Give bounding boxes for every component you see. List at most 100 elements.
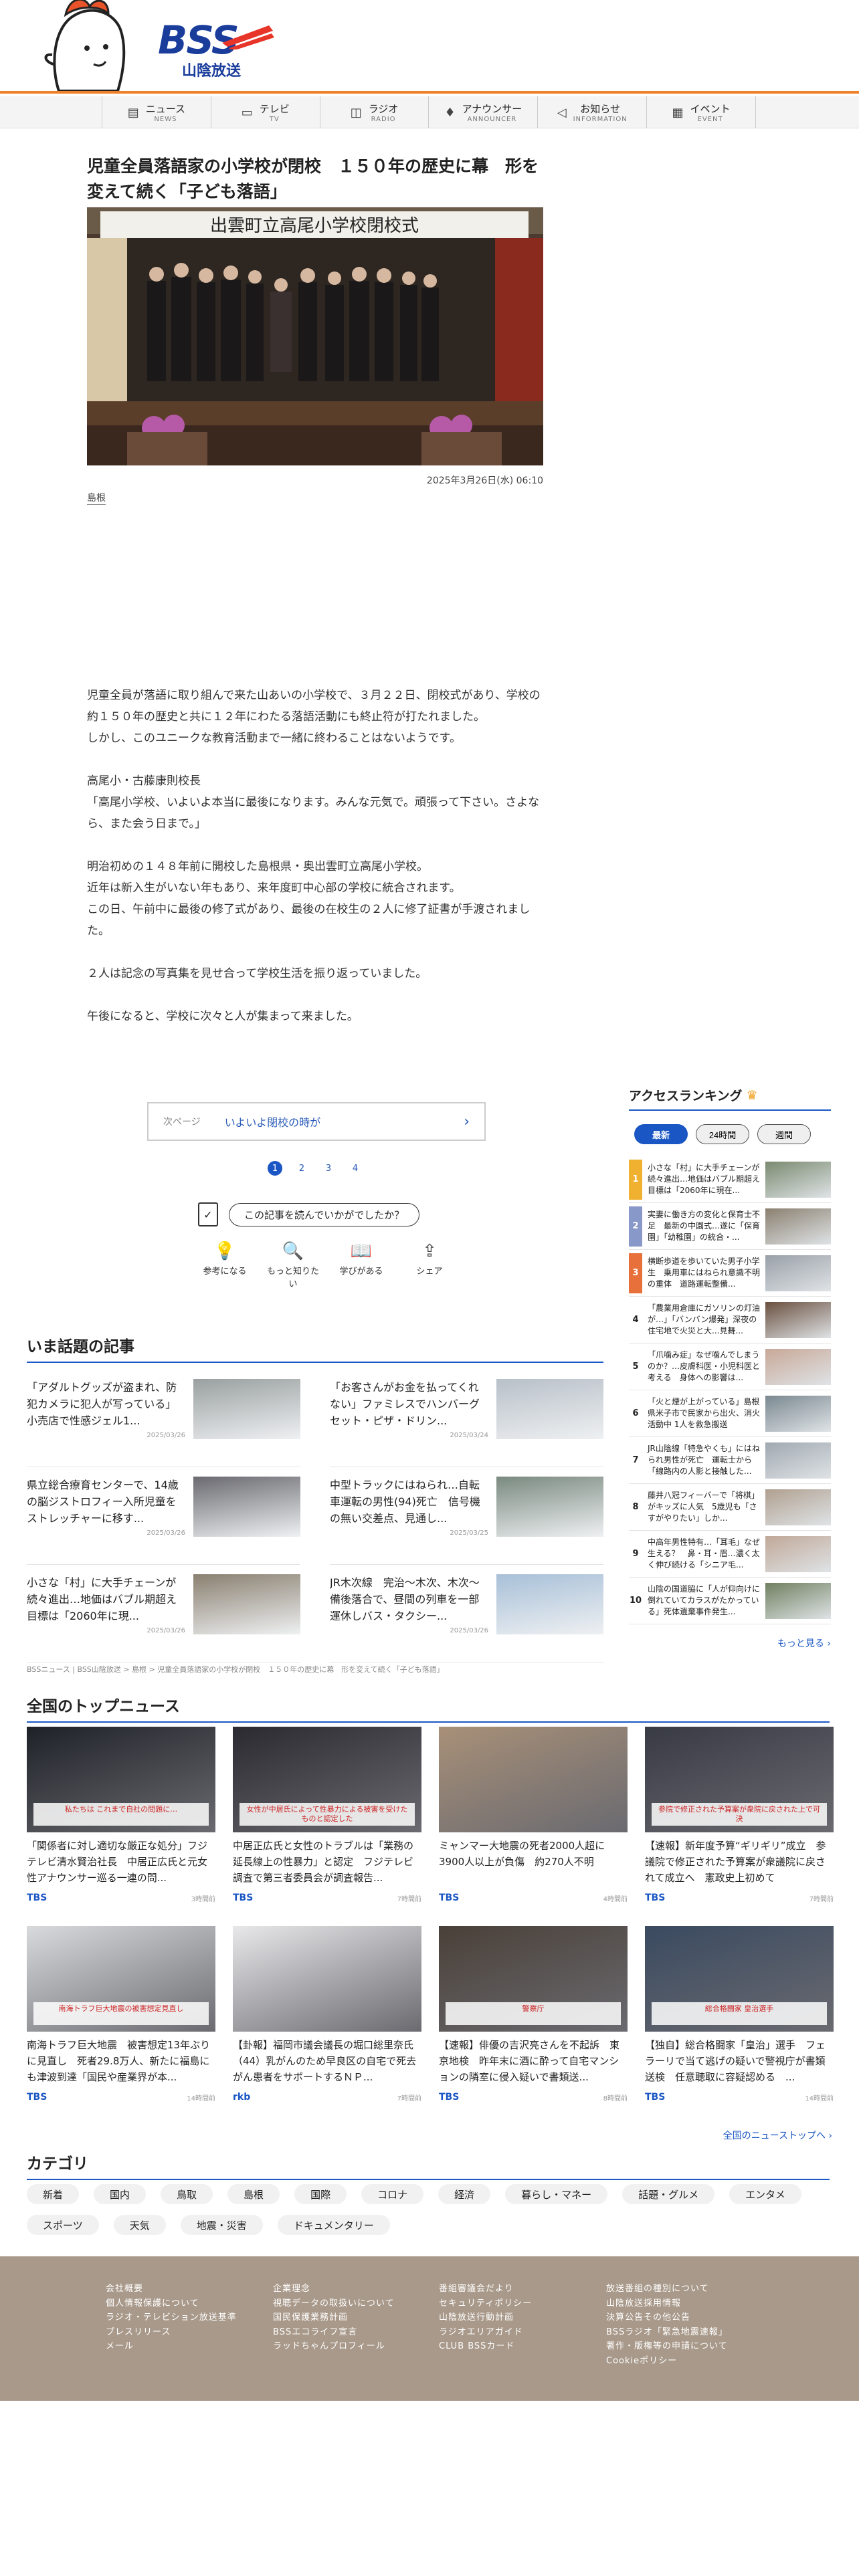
topic-item[interactable]: JR木次線 完治〜木次、木次〜備後落合で、昼間の列車を一部運休しバス・タクシー.… [330,1565,603,1662]
ranking-item[interactable]: 9 中高年男性特有…「耳毛」なぜ生える？ 鼻・耳・眉…濃く太く伸び続ける「シニア毛… [629,1531,831,1578]
ranking-item[interactable]: 7 JR山陰線「特急やくも」にはねられ男性が死亡 運転士から「線路内の人影と接触し… [629,1437,831,1484]
nav-item-news[interactable]: ▤ ニュース NEWS [102,96,211,128]
footer-link[interactable]: 視聴データの取扱いについて [273,2296,395,2311]
footer-link[interactable]: 著作・版権等の申請について [606,2339,728,2354]
page-1[interactable]: 1 [268,1161,282,1176]
footer-link[interactable]: 企業理念 [273,2282,395,2296]
mascot-logo[interactable] [39,0,139,91]
next-page-link[interactable]: 次ページ いよいよ閉校の時が › [147,1102,486,1141]
ranking-more-link[interactable]: もっと見る › [777,1638,831,1649]
reaction-button[interactable]: ⇪ シェア [403,1241,456,1289]
footer-link[interactable]: CLUB BSSカード [439,2339,532,2354]
nav-label-group: イベント EVENT [690,102,731,123]
footer-link[interactable]: 山陰放送採用情報 [606,2296,728,2311]
category-chip[interactable]: 地震・災害 [180,2215,263,2235]
ranking-item[interactable]: 4 「農業用倉庫にガソリンの灯油が…」「バンバン爆発」深夜の住宅地で火災と大...… [629,1297,831,1344]
topic-item[interactable]: 小さな「村」に大手チェーンが続々進出…地価はバブル期超え 目標は「2060年に現… [27,1565,300,1662]
nav-item-event[interactable]: ▦ イベント EVENT [646,96,756,128]
national-news-item[interactable]: 私たちは これまで自社の問題に… 「関係者に対し適切な厳正な処分」フジテレビ清水賢… [27,1727,215,1903]
national-news-item[interactable]: 【卦報】福岡市議会議長の堀口総里奈氏（44）乳がんのため早良区の自宅で死去 がん… [233,1926,421,2103]
page-3[interactable]: 3 [321,1161,336,1176]
topic-title: 中型トラックにはねられ…自転車運転の男性(94)死亡 信号機の無い交差点、見通し… [330,1479,480,1525]
ranking-item[interactable]: 10 山陰の国道脇に「人が仰向けに倒れていてカラスがたかっている」死体遺棄事件発生… [629,1578,831,1624]
topic-text: 「お客さんがお金を払ってくれない」ファミレスでハンバーグセット・ピザ・ドリン..… [330,1379,496,1467]
category-chip[interactable]: 暮らし・マネー [505,2184,608,2204]
topic-item[interactable]: 「アダルトグッズが盗まれ、防犯カメラに犯人が写っている」小売店で性感ジェル1..… [27,1370,300,1467]
national-news-item[interactable]: 総合格闘家 皇治選手 【独自】総合格闘家「皇治」選手 フェラーリで当て逃げの疑いで… [645,1926,834,2103]
footer-link[interactable]: 山陰放送行動計画 [439,2311,532,2325]
footer-link[interactable]: BSSエコライフ宣言 [273,2325,395,2340]
article-header: 児童全員落語家の小学校が閉校 １５０年の歴史に幕 形を変えて続く「子ども落語」 [87,154,543,205]
all-news-link[interactable]: 全国のニューストップへ › [723,2129,832,2142]
category-chip[interactable]: 鳥取 [161,2184,213,2204]
national-news-item[interactable]: 警察庁 【速報】俳優の吉沢亮さんを不起訴 東京地検 昨年末に酒に酔って自宅マンショ… [439,1926,628,2103]
bss-logo[interactable]: BSS 山陰放送 [155,17,276,80]
national-news-image [233,1926,421,2032]
nav-label-jp: ニュース [145,103,186,115]
ranking-item[interactable]: 8 藤井八冠フィーバーで「将棋」がキッズに人気 5歳児も「さすがやりたい」しか..… [629,1484,831,1531]
reaction-button[interactable]: 🔍 もっと知りたい [266,1241,320,1289]
footer-link[interactable]: 個人情報保護について [106,2296,237,2311]
ranking-tab[interactable]: 週間 [757,1124,811,1144]
reaction-button[interactable]: 📖 学びがある [335,1241,388,1289]
category-chip[interactable]: 島根 [227,2184,280,2204]
footer-link[interactable]: Cookieポリシー [606,2354,728,2369]
footer-link[interactable]: 放送番組の種別について [606,2282,728,2296]
footer-link[interactable]: 会社概要 [106,2282,237,2296]
topic-item[interactable]: 「お客さんがお金を払ってくれない」ファミレスでハンバーグセット・ピザ・ドリン..… [330,1370,603,1467]
ranking-item[interactable]: 5 「爪噛み症」なぜ噛んでしまうのか？…皮膚科医・小児科医と考える 身体への影響は… [629,1344,831,1390]
article-photo: 出雲町立高尾小学校閉校式 [87,207,543,465]
footer-link[interactable]: 国民保護業務計画 [273,2311,395,2325]
footer-link[interactable]: メール [106,2339,237,2354]
rank-number: 1 [629,1159,642,1200]
category-chip[interactable]: 経済 [438,2184,491,2204]
nav-label-group: お知らせ INFORMATION [573,102,628,123]
category-chip[interactable]: 天気 [113,2215,166,2235]
ranking-tab[interactable]: 最新 [634,1124,688,1144]
footer-link[interactable]: ラジオエリアガイド [439,2325,532,2340]
news-source: rkb [233,2092,251,2103]
national-news-item[interactable]: 南海トラフ巨大地震の被害想定見直し 南海トラフ巨大地震 被害想定13年ぶりに見直し… [27,1926,215,2103]
footer-link[interactable]: ラジオ・テレビション放送基準 [106,2311,237,2325]
page-4[interactable]: 4 [348,1161,363,1176]
crown-icon: ♛ [746,1087,758,1103]
ranking-item[interactable]: 3 横断歩道を歩いていた男子小学生 乗用車にはねられ意識不明の重体 道路運転整備.… [629,1250,831,1297]
category-chip[interactable]: 国際 [294,2184,347,2204]
image-caption: 女性が中居氏によって性暴力による被害を受けたものと認定した [240,1803,415,1826]
nav-item-announcer[interactable]: ♦ アナウンサー ANNOUNCER [428,96,537,128]
topic-item[interactable]: 中型トラックにはねられ…自転車運転の男性(94)死亡 信号機の無い交差点、見通し… [330,1467,603,1565]
ranking-item[interactable]: 1 小さな「村」に大手チェーンが続々進出…地価はバブル期超え 目標は「2060年に… [629,1156,831,1203]
topic-text: 小さな「村」に大手チェーンが続々進出…地価はバブル期超え 目標は「2060年に現… [27,1574,193,1662]
megaphone-icon: ◁ [557,105,567,120]
category-chip[interactable]: 国内 [94,2184,147,2204]
national-news-item[interactable]: ミャンマー大地震の死者2000人超に 3900人以上が負傷 約270人不明 TBS… [439,1727,628,1903]
ranking-item[interactable]: 6 「火と煙が上がっている」島根県米子市で民家から出火、消火活動中 1人を救急搬送 [629,1390,831,1437]
footer-link[interactable]: プレスリリース [106,2325,237,2340]
footer-link[interactable]: BSSラジオ「緊急地震速報」 [606,2325,728,2340]
nav-item-tv[interactable]: ▭ テレビ TV [210,96,320,128]
national-news-item[interactable]: 参院で修正された予算案が衆院に戻された上で可決 【速報】新年度予算“ギリギリ”成立… [645,1727,834,1903]
category-chip[interactable]: スポーツ [27,2215,99,2235]
category-chip[interactable]: エンタメ [729,2184,801,2204]
reaction-button[interactable]: 💡 参考になる [198,1241,252,1289]
page-2[interactable]: 2 [294,1161,309,1176]
ranking-tab[interactable]: 24時間 [696,1124,749,1144]
category-chip[interactable]: ドキュメンタリー [277,2215,390,2235]
lightbulb-icon: 💡 [213,1241,236,1261]
nav-item-information[interactable]: ◁ お知らせ INFORMATION [537,96,646,128]
rank-number: 10 [629,1596,642,1606]
national-news-item[interactable]: 女性が中居氏によって性暴力による被害を受けたものと認定した 中居正広氏と女性のトラ… [233,1727,421,1903]
category-chip[interactable]: 話題・グルメ [622,2184,715,2204]
category-chip[interactable]: コロナ [361,2184,424,2204]
footer-link[interactable]: セキュリティポリシー [439,2296,532,2311]
topic-item[interactable]: 県立総合療育センターで、14歳の脳ジストロフィー入所児童をストレッチャーに移す.… [27,1467,300,1565]
footer-link[interactable]: 番組審議会だより [439,2282,532,2296]
ranking-item[interactable]: 2 実妻に働き方の変化と保育士不足 最新の中園式…遂に「保育園」「幼稚園」の統合・… [629,1203,831,1250]
article-tag-shimane[interactable]: 島根 [87,491,106,505]
nav-item-radio[interactable]: ◫ ラジオ RADIO [319,96,429,128]
category-chip[interactable]: 新着 [27,2184,80,2204]
footer-link[interactable]: 決算公告その他公告 [606,2311,728,2325]
footer-link[interactable]: ラッドちゃんプロフィール [273,2339,395,2354]
ranking-item-title: 山陰の国道脇に「人が仰向けに倒れていてカラスがたかっている」死体遺棄事件発生..… [648,1584,761,1616]
ranking-thumbnail [765,1535,831,1572]
